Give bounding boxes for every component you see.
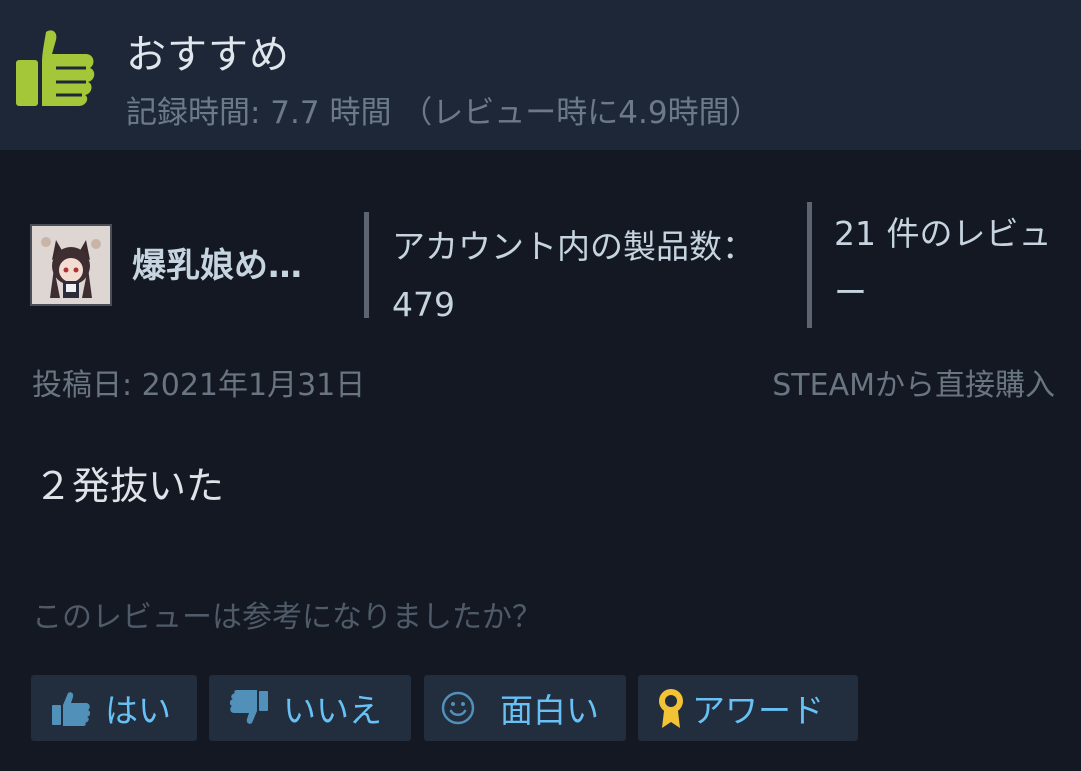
- posted-date: 投稿日: 2021年1月31日: [32, 368, 366, 403]
- reviews-count[interactable]: 21 件のレビュー: [834, 204, 1064, 322]
- divider: [364, 212, 369, 318]
- thumbs-up-icon: [16, 30, 95, 107]
- vote-no-label: いいえ: [283, 691, 382, 730]
- vote-yes-label: はい: [105, 691, 171, 730]
- author-name[interactable]: 爆乳娘め…: [132, 238, 302, 287]
- divider: [807, 202, 812, 328]
- thumbs-down-icon: [229, 690, 268, 724]
- thumbs-up-icon: [52, 692, 91, 726]
- award-label: アワード: [692, 691, 824, 730]
- vote-no-button[interactable]: いいえ: [209, 675, 411, 741]
- smiley-icon: [441, 691, 475, 725]
- award-ribbon-icon: [659, 689, 683, 728]
- helpful-question: このレビューは参考になりましたか？: [32, 600, 542, 635]
- purchase-source: STEAMから直接購入: [772, 368, 1055, 403]
- award-button[interactable]: アワード: [638, 675, 858, 741]
- vote-funny-button[interactable]: 面白い: [424, 675, 626, 741]
- playtime-text: 記録時間: 7.7 時間 （レビュー時に4.9時間）: [126, 95, 761, 131]
- author-info: 爆乳娘め… アカウント内の製品数： 479 21 件のレビュー: [0, 200, 1081, 330]
- review-text: ２発抜いた: [34, 464, 225, 508]
- avatar-image: [32, 226, 110, 304]
- vote-funny-label: 面白い: [500, 691, 599, 730]
- avatar[interactable]: [30, 224, 112, 306]
- review-header: おすすめ 記録時間: 7.7 時間 （レビュー時に4.9時間）: [0, 0, 1081, 150]
- products-count[interactable]: アカウント内の製品数： 479: [392, 218, 772, 334]
- vote-yes-button[interactable]: はい: [31, 675, 197, 741]
- recommendation-label: おすすめ: [126, 32, 290, 78]
